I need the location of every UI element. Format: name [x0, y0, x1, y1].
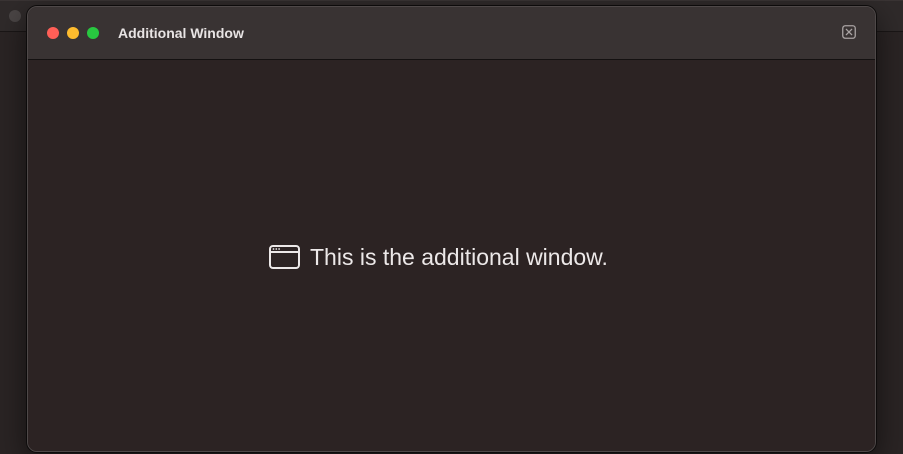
close-square-icon[interactable]	[842, 25, 856, 39]
app-window-icon	[269, 245, 300, 269]
window-title: Additional Window	[118, 25, 244, 41]
message-row: This is the additional window.	[269, 242, 608, 272]
message-text: This is the additional window.	[310, 244, 608, 270]
traffic-light-zoom-button[interactable]	[87, 27, 99, 39]
window-content: This is the additional window.	[28, 60, 875, 451]
window-titlebar[interactable]: Additional Window	[28, 7, 875, 60]
traffic-light-minimize-button[interactable]	[67, 27, 79, 39]
traffic-light-close-button[interactable]	[47, 27, 59, 39]
background-window-traffic-light	[9, 10, 21, 22]
additional-window: Additional Window This is the additional…	[27, 6, 876, 452]
